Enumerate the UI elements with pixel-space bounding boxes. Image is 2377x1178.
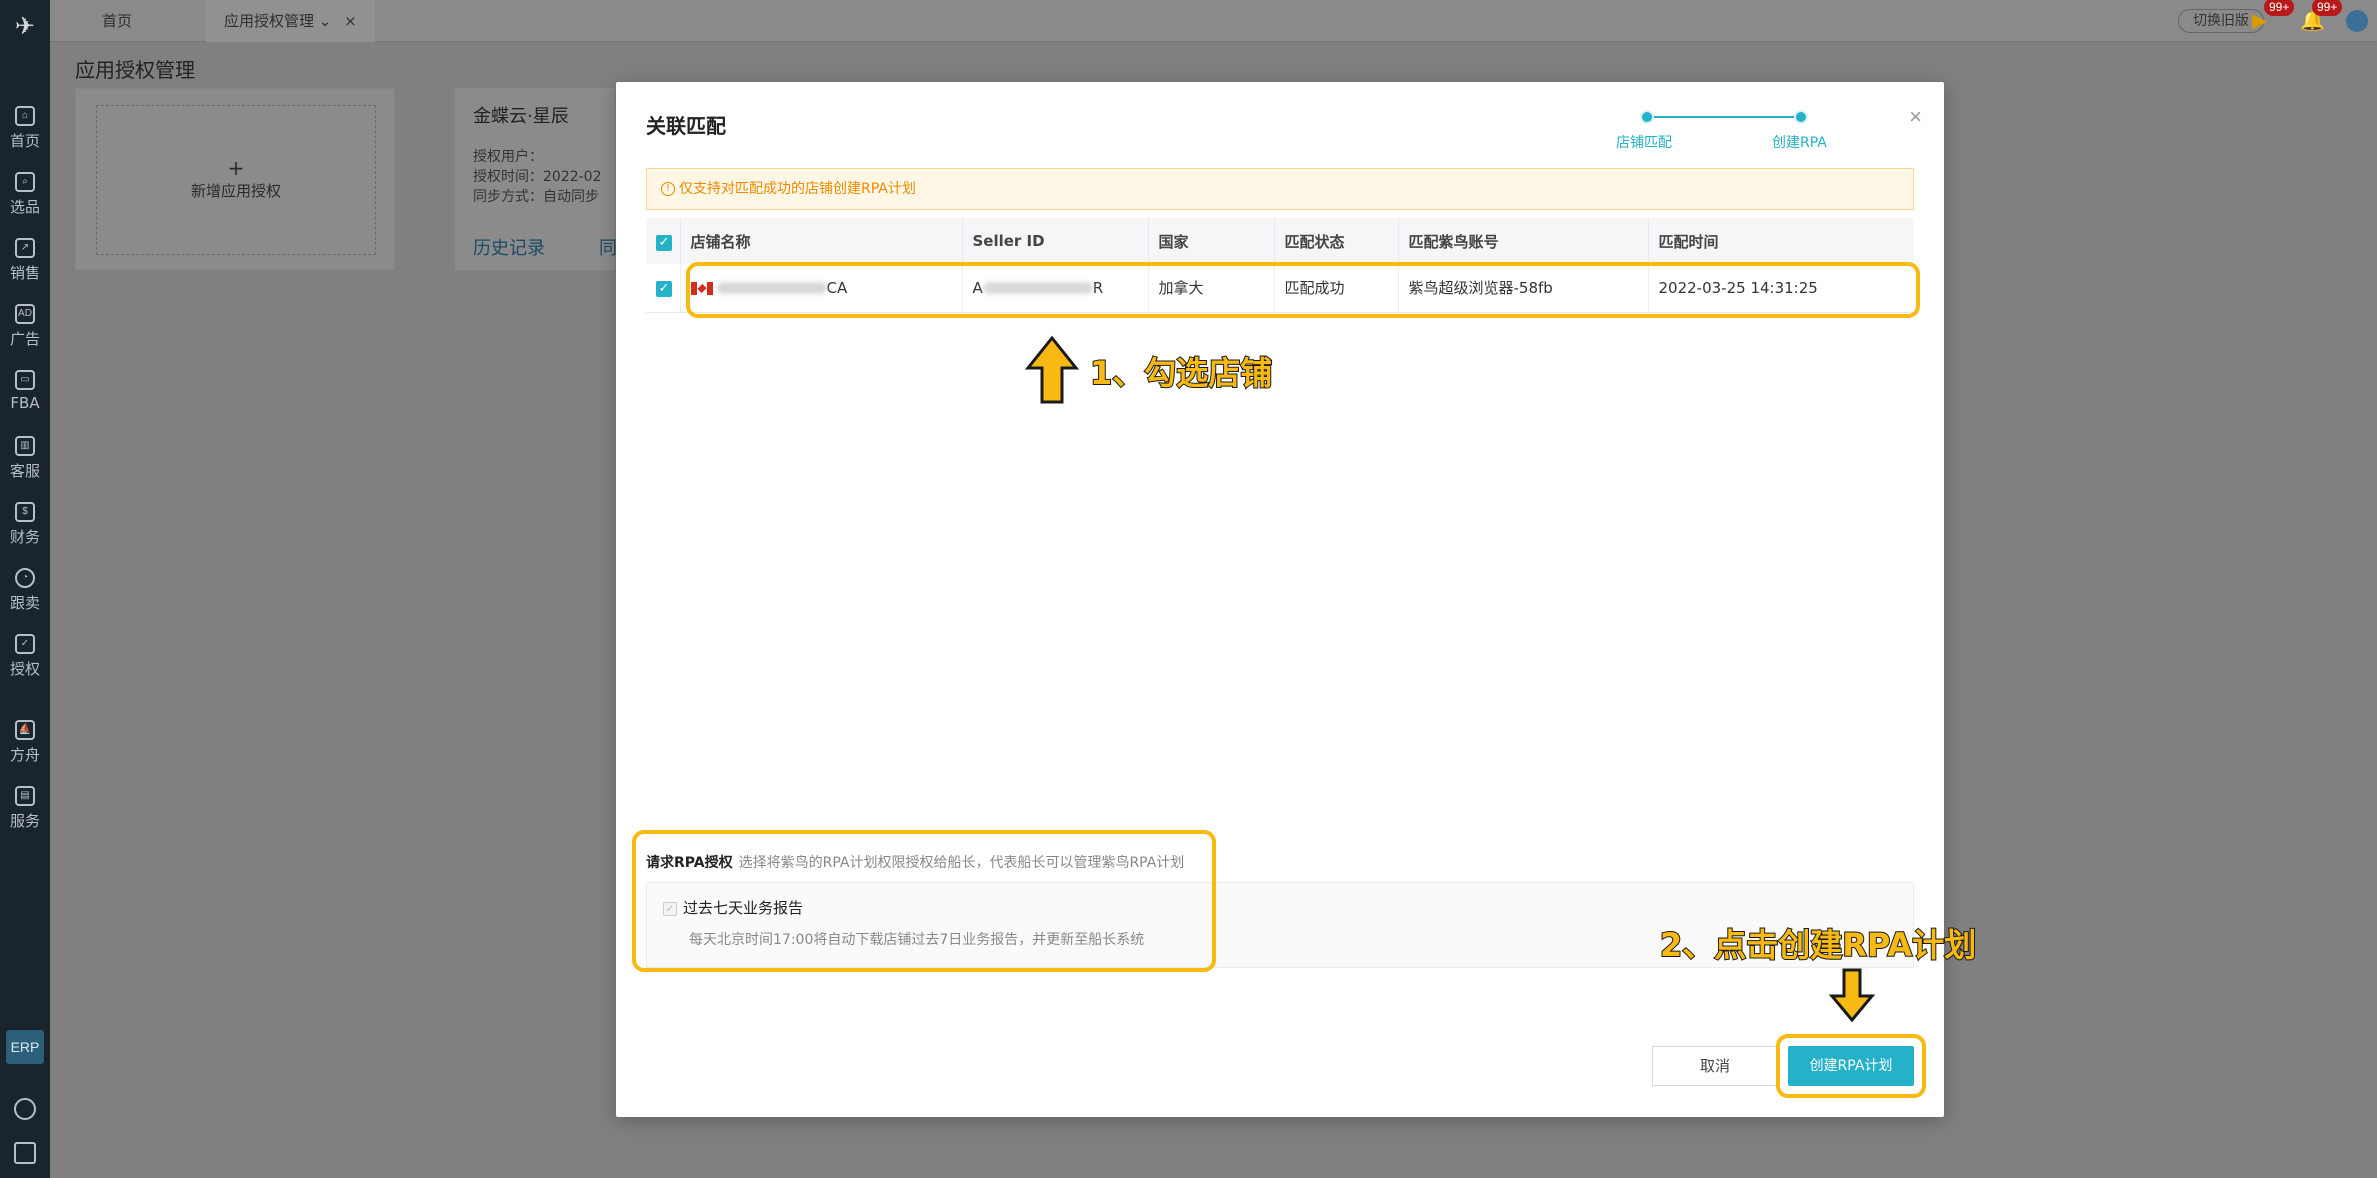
add-app-area[interactable]: + 新增应用授权 <box>96 105 376 255</box>
rpa-highlight <box>632 830 1216 972</box>
step-dot-2 <box>1794 110 1808 124</box>
row-highlight <box>686 262 1920 318</box>
cancel-button[interactable]: 取消 <box>1652 1046 1778 1086</box>
notice-text: 仅支持对匹配成功的店铺创建RPA计划 <box>679 181 916 197</box>
select-all-cell[interactable]: ✓ <box>646 218 681 264</box>
notification-badge: 99+ <box>2264 0 2295 16</box>
tab-home[interactable]: 首页 <box>84 0 150 42</box>
sidebar-item-service[interactable]: ▤ 服务 <box>0 786 50 838</box>
create-button-highlight <box>1776 1034 1926 1098</box>
sidebar-item-support[interactable]: ▥ 客服 <box>0 436 50 488</box>
sidebar-item-ark[interactable]: ⛵ 方舟 <box>0 720 50 772</box>
col-match-time: 匹配时间 <box>1648 218 1914 264</box>
page-title: 应用授权管理 <box>75 58 195 82</box>
sidebar-item-selection[interactable]: ⌕ 选品 <box>0 172 50 224</box>
search-icon: ⌕ <box>15 172 35 192</box>
col-seller-id: Seller ID <box>962 218 1149 264</box>
sync-mode-label: 同步方式： <box>473 189 543 205</box>
col-shop-name: 店铺名称 <box>680 218 963 264</box>
auth-time-label: 授权时间： <box>473 169 543 185</box>
message-badge: 99+ <box>2312 0 2343 16</box>
arrow-up-icon <box>1024 335 1080 404</box>
pie-icon: ◔ <box>15 568 35 588</box>
avatar[interactable] <box>2346 10 2368 32</box>
chart-icon: ↗ <box>15 238 35 258</box>
logo-icon[interactable]: ✈ <box>10 12 40 42</box>
sidebar-item-ads[interactable]: AD 广告 <box>0 304 50 356</box>
col-account: 匹配紫鸟账号 <box>1398 218 1649 264</box>
step-line <box>1646 116 1802 118</box>
app-card-title: 金蝶云·星辰 <box>473 106 569 127</box>
close-icon[interactable]: × <box>344 12 357 30</box>
col-country: 国家 <box>1148 218 1275 264</box>
close-icon[interactable]: × <box>1909 104 1922 130</box>
steps: 店铺匹配 创建RPA <box>1616 110 1827 151</box>
col-match-status: 匹配状态 <box>1274 218 1399 264</box>
sidebar-item-fba[interactable]: ▭ FBA <box>0 370 50 422</box>
sidebar-item-auth[interactable]: ✓ 授权 <box>0 634 50 686</box>
sidebar-item-finance[interactable]: $ 财务 <box>0 502 50 554</box>
plus-icon: + <box>227 156 245 180</box>
sidebar-item-home[interactable]: ⌂ 首页 <box>0 106 50 158</box>
shield-icon: ✓ <box>15 634 35 654</box>
user-icon[interactable] <box>14 1098 36 1120</box>
service-icon: ▤ <box>15 786 35 806</box>
support-icon: ▥ <box>15 436 35 456</box>
sync-link[interactable]: 同 <box>599 234 617 260</box>
home-icon: ⌂ <box>15 106 35 126</box>
select-all-checkbox[interactable]: ✓ <box>656 234 672 251</box>
row-checkbox-cell[interactable]: ✓ <box>646 264 681 313</box>
step-label-1: 店铺匹配 <box>1616 135 1672 151</box>
arrow-down-icon <box>1828 968 1876 1023</box>
box-icon: ▭ <box>15 370 35 390</box>
tab-app-auth[interactable]: 应用授权管理 ⌄ × <box>206 0 375 42</box>
ad-icon: AD <box>15 304 35 324</box>
notice-bar: ! 仅支持对匹配成功的店铺创建RPA计划 <box>646 168 1914 210</box>
top-bar: 首页 应用授权管理 ⌄ × 切换旧版 ▶ 99+ 🔔 99+ <box>50 0 2377 42</box>
sidebar-item-follow[interactable]: ◔ 跟卖 <box>0 568 50 620</box>
auth-time-value: 2022-02 <box>543 169 602 185</box>
row-checkbox[interactable]: ✓ <box>656 281 672 298</box>
sync-mode-value: 自动同步 <box>543 189 599 205</box>
step-dot-1 <box>1640 110 1654 124</box>
ark-icon: ⛵ <box>15 720 35 740</box>
modal-title: 关联匹配 <box>646 114 726 138</box>
info-icon: ! <box>661 182 675 196</box>
gift-icon[interactable] <box>14 1142 36 1164</box>
history-link[interactable]: 历史记录 <box>473 234 545 260</box>
add-app-label: 新增应用授权 <box>190 182 281 200</box>
chevron-down-icon: ⌄ <box>318 12 332 30</box>
auth-user-label: 授权用户： <box>473 149 543 165</box>
table-header: ✓ 店铺名称 Seller ID 国家 匹配状态 匹配紫鸟账号 匹配时间 <box>646 218 1914 264</box>
step-label-2: 创建RPA <box>1772 135 1827 151</box>
annotation-step1: 1、勾选店铺 <box>1089 353 1273 393</box>
sidebar-item-sales[interactable]: ↗ 销售 <box>0 238 50 290</box>
app-card-kingdee: 金蝶云·星辰 授权用户： 授权时间：2022-02 同步方式：自动同步 历史记录… <box>455 88 617 270</box>
tab-app-auth-label: 应用授权管理 <box>224 12 315 30</box>
add-app-card[interactable]: + 新增应用授权 <box>75 88 395 270</box>
sidebar: ✈ ⌂ 首页 ⌕ 选品 ↗ 销售 AD 广告 ▭ FBA ▥ 客服 $ 财务 ◔ 跟卖 ✓ 授权 … <box>0 0 50 1178</box>
finance-icon: $ <box>15 502 35 522</box>
erp-button[interactable]: ERP <box>6 1030 44 1064</box>
annotation-step2: 2、点击创建RPA计划 <box>1659 925 1977 965</box>
